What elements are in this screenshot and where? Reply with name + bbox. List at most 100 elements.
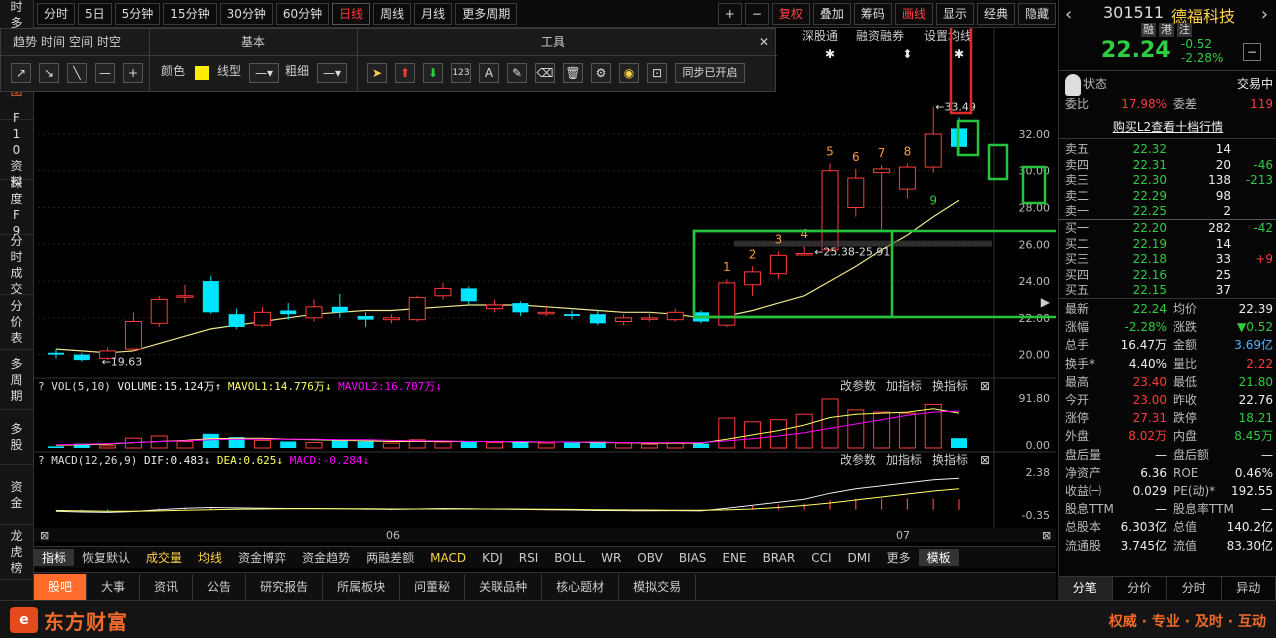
toolbar-right-button-3[interactable]: 叠加 <box>812 2 851 25</box>
info-tab-1[interactable]: 大事 <box>87 573 141 600</box>
line-style-select[interactable]: —▾ <box>249 63 279 83</box>
arrow-down-icon[interactable]: ⬇ <box>423 63 443 83</box>
close-icon[interactable]: ✕ <box>759 29 769 55</box>
trendline-icon[interactable]: ↗ <box>11 63 31 83</box>
draw-tab-2[interactable]: 空间 <box>69 29 93 55</box>
indicator-tab-9[interactable]: RSI <box>511 551 547 565</box>
period-button-3[interactable]: 15分钟 <box>163 2 217 25</box>
info-tab-2[interactable]: 资讯 <box>140 573 194 600</box>
toolbar-right-button-4[interactable]: 筹码 <box>853 2 892 25</box>
indicator-tab-10[interactable]: BOLL <box>546 551 593 565</box>
candle[interactable] <box>718 279 736 328</box>
period-button-4[interactable]: 30分钟 <box>219 2 273 25</box>
toolbar-right-button-5[interactable]: 画线 <box>894 2 933 25</box>
event-star-icon[interactable]: ✱ <box>954 47 964 61</box>
info-tab-8[interactable]: 核心题材 <box>542 573 620 600</box>
ask-price[interactable]: 22.31 <box>1133 157 1167 173</box>
indicator-tab-14[interactable]: ENE <box>714 551 754 565</box>
close-icon[interactable]: ⊠ <box>980 453 990 467</box>
period-button-1[interactable]: 5日 <box>78 2 112 25</box>
macd-panel-button-1[interactable]: 加指标 <box>886 452 922 467</box>
indicator-tab-7[interactable]: MACD <box>422 551 474 565</box>
indicator-tab-2[interactable]: 成交量 <box>138 549 190 566</box>
period-button-8[interactable]: 月线 <box>414 2 453 25</box>
stock-tag[interactable]: 融 <box>1141 23 1156 37</box>
cursor-icon[interactable]: ➤ <box>367 63 387 83</box>
vol-panel-button-0[interactable]: 改参数 <box>840 378 876 393</box>
bid-price[interactable]: 22.19 <box>1133 236 1167 252</box>
scroll-left-icon[interactable]: ⊠ <box>40 529 49 542</box>
period-button-2[interactable]: 5分钟 <box>114 2 161 25</box>
scroll-right-icon[interactable]: ⊠ <box>1042 529 1051 542</box>
info-tab-3[interactable]: 公告 <box>193 573 247 600</box>
period-button-7[interactable]: 周线 <box>373 2 412 25</box>
close-icon[interactable]: ⊠ <box>980 379 990 393</box>
collapse-icon[interactable]: − <box>1243 43 1261 61</box>
sidebar-item-9[interactable]: 龙虎榜 <box>0 525 33 580</box>
sidebar-item-6[interactable]: 多周期 <box>0 350 33 410</box>
period-button-5[interactable]: 60分钟 <box>275 2 330 25</box>
settings-icon[interactable]: ⚙ <box>591 63 611 83</box>
sidebar-item-2[interactable]: F10资料 <box>0 111 33 189</box>
ask-price[interactable]: 22.30 <box>1133 172 1167 188</box>
indicator-tab-8[interactable]: KDJ <box>474 551 511 565</box>
stock-tag[interactable]: 港 <box>1159 23 1174 37</box>
bid-price[interactable]: 22.20 <box>1133 220 1167 236</box>
indicator-tab-15[interactable]: BRAR <box>755 551 804 565</box>
indicator-tab-3[interactable]: 均线 <box>190 549 230 566</box>
candle[interactable] <box>150 295 168 328</box>
candle[interactable] <box>408 295 426 322</box>
buy-l2-link[interactable]: 购买L2查看十档行情 <box>1059 118 1276 135</box>
kline-chart[interactable]: 深股通 融资融券 设置均线32.0030.0028.0026.0024.0022.0… <box>34 28 1056 543</box>
indicator-tab-19[interactable]: 模板 <box>918 549 959 566</box>
period-button-9[interactable]: 更多周期 <box>455 2 518 25</box>
chart-header-link-2[interactable]: 设置均线 <box>924 29 972 43</box>
bid-price[interactable]: 22.15 <box>1133 282 1167 298</box>
quote-tab-3[interactable]: 异动 <box>1222 577 1276 600</box>
indicator-tab-6[interactable]: 两融差额 <box>358 549 422 566</box>
indicator-tab-5[interactable]: 资金趋势 <box>294 549 358 566</box>
toolbar-right-button-0[interactable]: + <box>717 2 742 25</box>
info-tab-7[interactable]: 关联品种 <box>465 573 543 600</box>
toolbar-right-button-6[interactable]: 显示 <box>935 2 974 25</box>
stock-tag[interactable]: 注 <box>1177 23 1192 37</box>
segment-icon[interactable]: ╲ <box>67 63 87 83</box>
ask-price[interactable]: 22.25 <box>1133 203 1167 219</box>
indicator-tab-16[interactable]: CCI <box>803 551 839 565</box>
macd-panel-button-0[interactable]: 改参数 <box>840 452 876 467</box>
candle[interactable] <box>821 163 839 252</box>
candle[interactable] <box>202 275 219 315</box>
indicator-tab-0[interactable]: 指标 <box>34 549 75 566</box>
ask-price[interactable]: 22.32 <box>1133 141 1167 157</box>
quote-tab-1[interactable]: 分价 <box>1113 577 1167 600</box>
arrow-up-icon[interactable]: ⬆ <box>395 63 415 83</box>
chart-header-link-0[interactable]: 深股通 <box>802 29 838 43</box>
trash-icon[interactable]: 🗑 <box>563 63 583 83</box>
vol-panel-button-2[interactable]: 换指标 <box>932 378 968 393</box>
sidebar-item-4[interactable]: 分时成交 <box>0 234 33 296</box>
draw-tab-3[interactable]: 时空 <box>97 29 121 55</box>
sidebar-item-7[interactable]: 多股 <box>0 410 33 465</box>
sync-toggle-button[interactable]: 同步已开启 <box>675 63 745 83</box>
toolbar-right-button-7[interactable]: 经典 <box>976 2 1015 25</box>
hline-icon[interactable]: — <box>95 63 115 83</box>
quote-tab-2[interactable]: 分时 <box>1167 577 1222 600</box>
eye-icon[interactable]: ◉ <box>619 63 639 83</box>
indicator-tab-17[interactable]: DMI <box>840 551 879 565</box>
eraser-icon[interactable]: ✎ <box>507 63 527 83</box>
lock-icon[interactable]: ⊡ <box>647 63 667 83</box>
draw-tab-1[interactable]: 时间 <box>41 29 65 55</box>
quote-tab-0[interactable]: 分笔 <box>1058 577 1113 600</box>
event-star-icon[interactable]: ✱ <box>825 47 835 61</box>
ask-price[interactable]: 22.29 <box>1133 188 1167 204</box>
event-star-icon[interactable]: ⬍ <box>902 47 912 61</box>
indicator-tab-1[interactable]: 恢复默认 <box>74 549 138 566</box>
period-button-0[interactable]: 分时 <box>37 2 76 25</box>
prev-stock-icon[interactable]: ‹ <box>1065 4 1072 25</box>
indicator-tab-12[interactable]: OBV <box>629 551 671 565</box>
sidebar-item-0[interactable]: 分时多日 <box>0 0 33 46</box>
crosshair-icon[interactable]: + <box>123 63 143 83</box>
sidebar-item-8[interactable]: 资金 <box>0 465 33 525</box>
toolbar-right-button-8[interactable]: 隐藏 <box>1017 2 1056 25</box>
erase-icon[interactable]: ⌫ <box>535 63 555 83</box>
